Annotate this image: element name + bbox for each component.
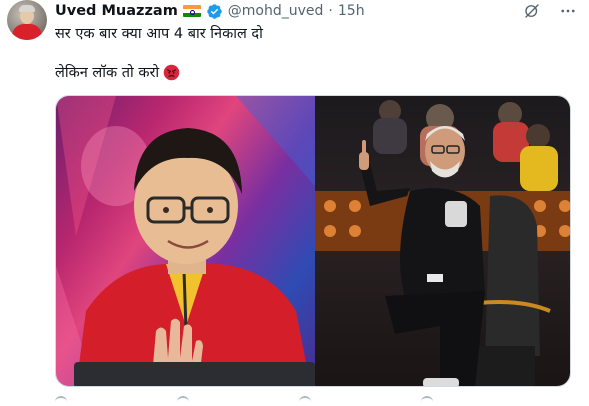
more-options-icon[interactable] [559,2,577,20]
tweet-media[interactable] [55,95,571,387]
india-flag-icon [182,5,201,17]
tweet-text-line-2: लेकिन लॉक तो करो [55,62,180,82]
grok-icon[interactable] [523,2,541,20]
host-photo-illustration [315,100,570,386]
top-right-actions [523,2,577,20]
verified-badge-icon [207,3,222,19]
reply-icon[interactable] [55,396,67,406]
separator-dot: · [328,3,333,19]
author-name[interactable]: Uved Muazzam [55,3,178,19]
timestamp[interactable]: 15h [338,3,365,19]
media-image-right[interactable] [315,96,570,386]
angry-face-icon [163,64,180,80]
tweet-text-line-2-content: लेकिन लॉक तो करो [55,65,160,81]
tweet[interactable]: Uved Muazzam @mohd_uved · 15h सर एक बार … [0,0,589,404]
tweet-text-line-1: सर एक बार क्या आप 4 बार निकाल दो [55,26,263,42]
tweet-header: Uved Muazzam @mohd_uved · 15h [55,1,365,21]
views-icon[interactable] [421,396,433,406]
avatar[interactable] [7,0,47,40]
like-icon[interactable] [299,396,311,406]
author-handle[interactable]: @mohd_uved [228,3,324,19]
repost-icon[interactable] [177,396,189,406]
media-image-left[interactable] [56,96,315,386]
boy-photo-illustration [56,96,315,386]
action-bar-partial [55,396,433,406]
